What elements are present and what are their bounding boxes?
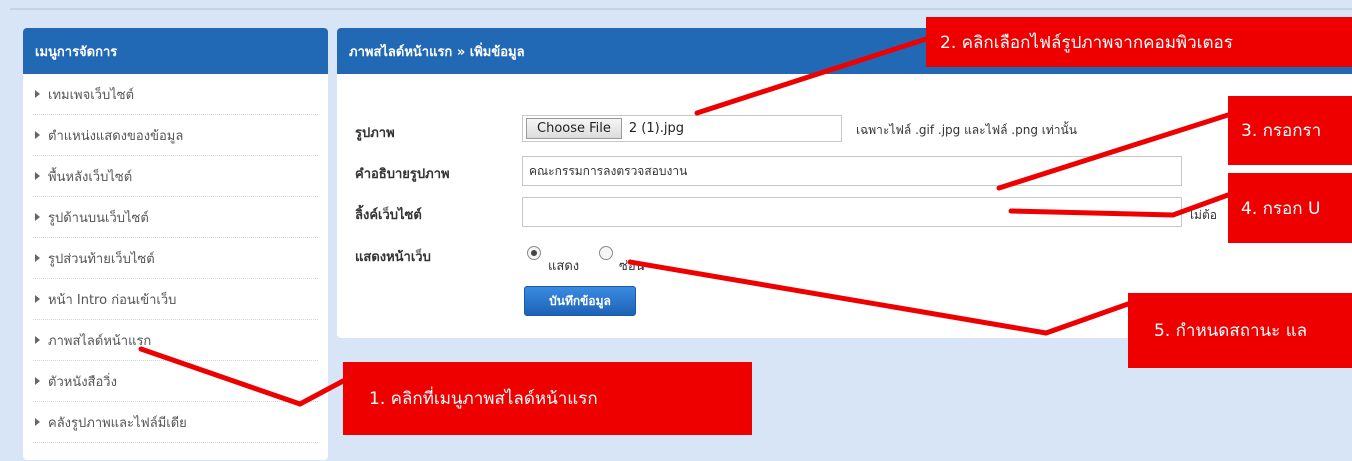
sidebar-item-label: คลังรูปภาพและไฟล์มีเดีย	[48, 415, 187, 431]
caret-right-icon	[35, 418, 40, 426]
choose-file-button[interactable]: Choose File	[526, 118, 622, 139]
caret-right-icon	[35, 90, 40, 98]
sidebar-item-header-image[interactable]: รูปด้านบนเว็บไซต์	[33, 197, 318, 238]
caret-right-icon	[35, 254, 40, 262]
annotation-step-2: 2. คลิกเลือกไฟล์รูปภาพจากคอมพิวเตอร	[926, 17, 1352, 67]
sidebar-item-label: ภาพสไลด์หน้าแรก	[48, 333, 152, 349]
slide-form-panel: ภาพสไลด์หน้าแรก » เพิ่มข้อมูล รูปภาพ Cho…	[337, 28, 1352, 338]
sidebar-item-marquee[interactable]: ตัวหนังสือวิ่ง	[33, 361, 318, 402]
caret-right-icon	[35, 213, 40, 221]
annotation-step-1: 1. คลิกที่เมนูภาพสไลด์หน้าแรก	[343, 362, 752, 435]
link-input[interactable]	[522, 197, 1182, 227]
save-button[interactable]: บันทึกข้อมูล	[524, 286, 636, 316]
annotation-step-4: 4. กรอก U	[1228, 173, 1352, 243]
sidebar-item-label: พื้นหลังเว็บไซต์	[48, 169, 133, 185]
caret-right-icon	[35, 172, 40, 180]
sidebar-item-footer-image[interactable]: รูปส่วนท้ายเว็บไซต์	[33, 238, 318, 279]
show-radio[interactable]	[527, 246, 541, 260]
image-label: รูปภาพ	[355, 126, 395, 141]
caret-right-icon	[35, 336, 40, 344]
annotation-step-3: 3. กรอกรา	[1228, 96, 1352, 165]
file-hint: เฉพาะไฟล์ .gif .jpg และไฟล์ .png เท่านั้…	[856, 123, 1077, 137]
caret-right-icon	[35, 295, 40, 303]
sidebar-item-label: หน้า Intro ก่อนเข้าเว็บ	[48, 292, 177, 308]
sidebar-item-intro[interactable]: หน้า Intro ก่อนเข้าเว็บ	[33, 279, 318, 320]
annotation-step-5: 5. กำหนดสถานะ แล	[1128, 293, 1352, 368]
sidebar-item-label: ตัวหนังสือวิ่ง	[48, 374, 117, 390]
hide-radio[interactable]	[599, 246, 613, 260]
link-hint: ไม่ต้อ	[1188, 208, 1217, 222]
sidebar-title: เมนูการจัดการ	[23, 28, 328, 74]
sidebar-item-label: รูปส่วนท้ายเว็บไซต์	[48, 251, 155, 267]
caret-right-icon	[35, 377, 40, 385]
sidebar-item-label: รูปด้านบนเว็บไซต์	[48, 210, 149, 226]
caret-right-icon	[35, 131, 40, 139]
management-sidebar: เมนูการจัดการ เทมเพจเว็บไซต์ ตำแหน่งแสดง…	[23, 28, 328, 460]
show-option-label: แสดง	[548, 259, 580, 274]
sidebar-item-media[interactable]: คลังรูปภาพและไฟล์มีเดีย	[33, 402, 318, 443]
sidebar-item-label: ตำแหน่งแสดงของข้อมูล	[48, 128, 184, 144]
description-label: คำอธิบายรูปภาพ	[355, 167, 450, 182]
file-name: 2 (1).jpg	[628, 121, 684, 136]
file-input[interactable]: Choose File 2 (1).jpg	[522, 115, 842, 142]
description-input[interactable]	[522, 156, 1182, 186]
sidebar-item-label: เทมเพจเว็บไซต์	[48, 87, 135, 103]
link-label: ลิ้งค์เว็บไซต์	[355, 208, 422, 223]
sidebar-item-background[interactable]: พื้นหลังเว็บไซต์	[33, 156, 318, 197]
hide-option-label: ซ่อน	[619, 259, 645, 274]
sidebar-menu: เทมเพจเว็บไซต์ ตำแหน่งแสดงของข้อมูล พื้น…	[23, 74, 328, 443]
top-divider	[10, 8, 1352, 10]
sidebar-item-positions[interactable]: ตำแหน่งแสดงของข้อมูล	[33, 115, 318, 156]
show-label: แสดงหน้าเว็บ	[355, 250, 431, 265]
sidebar-item-slides[interactable]: ภาพสไลด์หน้าแรก	[33, 320, 318, 361]
sidebar-item-template[interactable]: เทมเพจเว็บไซต์	[33, 74, 318, 115]
